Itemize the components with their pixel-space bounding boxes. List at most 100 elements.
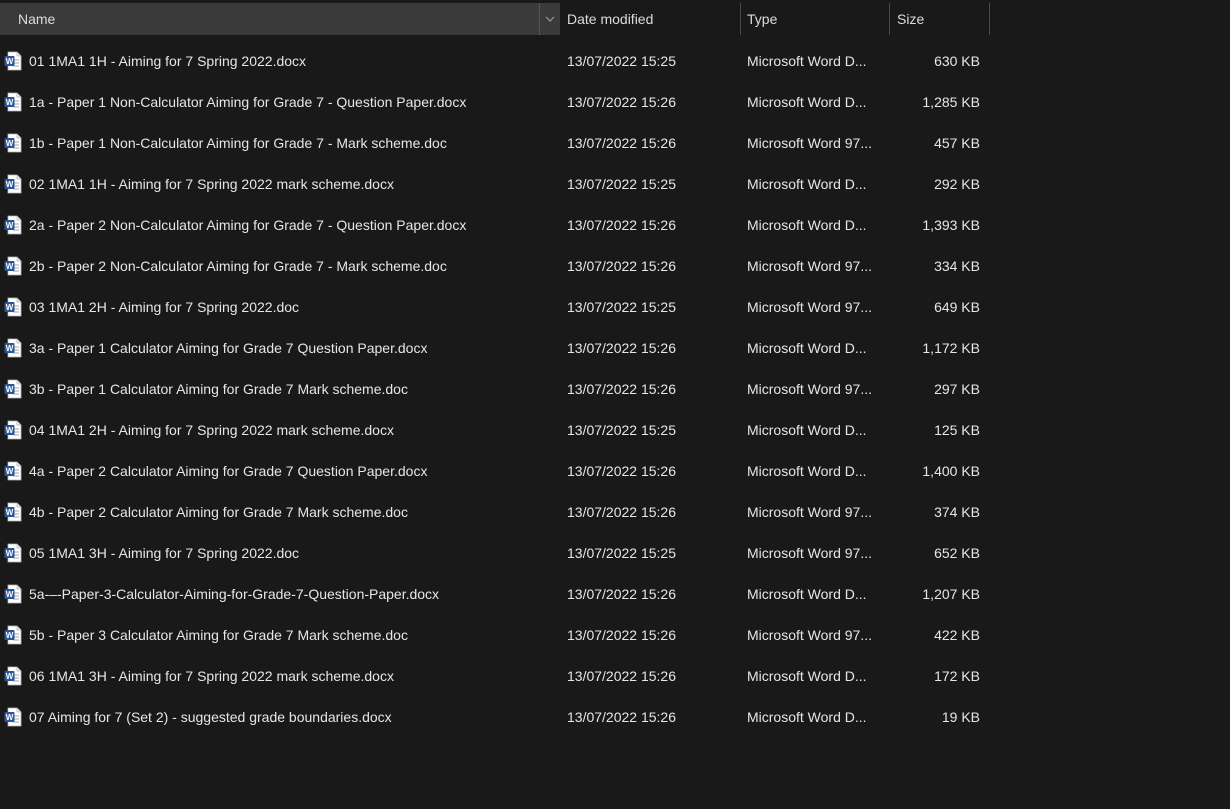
file-size: 292 KB [934,176,980,192]
column-header-name-label: Name [18,11,56,27]
file-date-modified: 13/07/2022 15:26 [567,217,676,233]
svg-text:W: W [6,139,14,148]
chevron-down-icon [545,16,554,22]
file-row[interactable]: W 1b - Paper 1 Non-Calculator Aiming for … [0,123,990,164]
svg-text:W: W [6,467,14,476]
file-row[interactable]: W 1a - Paper 1 Non-Calculator Aiming for … [0,82,990,123]
file-row[interactable]: W 2b - Paper 2 Non-Calculator Aiming for … [0,246,990,287]
file-date-modified: 13/07/2022 15:26 [567,709,676,725]
file-type: Microsoft Word D... [747,586,867,602]
file-row[interactable]: W 5a-–-Paper-3-Calculator-Aiming-for-Grad… [0,574,990,615]
file-name[interactable]: 1a - Paper 1 Non-Calculator Aiming for G… [29,82,554,123]
svg-text:W: W [6,713,14,722]
file-row[interactable]: W 02 1MA1 1H - Aiming for 7 Spring 2022 m… [0,164,990,205]
file-row[interactable]: W 2a - Paper 2 Non-Calculator Aiming for … [0,205,990,246]
file-size: 630 KB [934,53,980,69]
file-name[interactable]: 4b - Paper 2 Calculator Aiming for Grade… [29,492,554,533]
file-size: 652 KB [934,545,980,561]
file-row[interactable]: W 3a - Paper 1 Calculator Aiming for Grad… [0,328,990,369]
file-name[interactable]: 01 1MA1 1H - Aiming for 7 Spring 2022.do… [29,41,554,82]
file-name[interactable]: 2a - Paper 2 Non-Calculator Aiming for G… [29,205,554,246]
word-document-icon: W [4,584,22,604]
file-type: Microsoft Word 97... [747,545,873,561]
file-name[interactable]: 05 1MA1 3H - Aiming for 7 Spring 2022.do… [29,533,554,574]
file-date-modified: 13/07/2022 15:26 [567,627,676,643]
file-type: Microsoft Word D... [747,709,867,725]
file-row[interactable]: W 4a - Paper 2 Calculator Aiming for Grad… [0,451,990,492]
file-size: 1,393 KB [922,217,980,233]
column-header-name[interactable]: Name [0,3,560,35]
file-size: 19 KB [941,709,980,725]
sort-up-icon: ⌃ [279,0,287,5]
file-row[interactable]: W 4b - Paper 2 Calculator Aiming for Grad… [0,492,990,533]
file-name[interactable]: 4a - Paper 2 Calculator Aiming for Grade… [29,451,554,492]
word-document-icon: W [4,666,22,686]
column-header-size[interactable]: Size [890,3,990,35]
svg-text:W: W [6,98,14,107]
file-size: 374 KB [934,504,980,520]
file-date-modified: 13/07/2022 15:25 [567,299,676,315]
file-name[interactable]: 3b - Paper 1 Calculator Aiming for Grade… [29,369,554,410]
svg-text:W: W [6,385,14,394]
file-type: Microsoft Word 97... [747,135,873,151]
word-document-icon: W [4,420,22,440]
word-document-icon: W [4,92,22,112]
word-document-icon: W [4,625,22,645]
file-date-modified: 13/07/2022 15:26 [567,135,676,151]
file-type: Microsoft Word D... [747,176,867,192]
file-size: 649 KB [934,299,980,315]
file-row[interactable]: W 04 1MA1 2H - Aiming for 7 Spring 2022 m… [0,410,990,451]
file-date-modified: 13/07/2022 15:26 [567,381,676,397]
column-resize-handle[interactable] [989,3,990,35]
file-type: Microsoft Word 97... [747,258,873,274]
file-name[interactable]: 04 1MA1 2H - Aiming for 7 Spring 2022 ma… [29,410,554,451]
file-name[interactable]: 1b - Paper 1 Non-Calculator Aiming for G… [29,123,554,164]
file-date-modified: 13/07/2022 15:25 [567,422,676,438]
file-name[interactable]: 02 1MA1 1H - Aiming for 7 Spring 2022 ma… [29,164,554,205]
column-header-date-modified[interactable]: Date modified [560,3,740,35]
word-document-icon: W [4,174,22,194]
svg-text:W: W [6,549,14,558]
file-size: 125 KB [934,422,980,438]
file-name[interactable]: 5a-–-Paper-3-Calculator-Aiming-for-Grade… [29,574,554,615]
file-size: 334 KB [934,258,980,274]
file-date-modified: 13/07/2022 15:26 [567,94,676,110]
file-name[interactable]: 2b - Paper 2 Non-Calculator Aiming for G… [29,246,554,287]
svg-text:W: W [6,303,14,312]
file-date-modified: 13/07/2022 15:25 [567,545,676,561]
file-row[interactable]: W 01 1MA1 1H - Aiming for 7 Spring 2022.d… [0,41,990,82]
file-date-modified: 13/07/2022 15:26 [567,258,676,274]
file-row[interactable]: W 5b - Paper 3 Calculator Aiming for Grad… [0,615,990,656]
svg-text:W: W [6,590,14,599]
word-document-icon: W [4,133,22,153]
file-row[interactable]: W 05 1MA1 3H - Aiming for 7 Spring 2022.d… [0,533,990,574]
file-size: 422 KB [934,627,980,643]
file-name[interactable]: 07 Aiming for 7 (Set 2) - suggested grad… [29,697,554,738]
file-row[interactable]: W 03 1MA1 2H - Aiming for 7 Spring 2022.d… [0,287,990,328]
file-type: Microsoft Word 97... [747,504,873,520]
word-document-icon: W [4,215,22,235]
file-explorer-list-view: Name ⌃ Date modified Type Size W 01 1MA1 … [0,0,1230,809]
file-type: Microsoft Word 97... [747,381,873,397]
file-type: Microsoft Word D... [747,217,867,233]
file-size: 1,172 KB [922,340,980,356]
svg-text:W: W [6,262,14,271]
file-row[interactable]: W 3b - Paper 1 Calculator Aiming for Grad… [0,369,990,410]
word-document-icon: W [4,543,22,563]
file-name[interactable]: 03 1MA1 2H - Aiming for 7 Spring 2022.do… [29,287,554,328]
file-name[interactable]: 5b - Paper 3 Calculator Aiming for Grade… [29,615,554,656]
file-size: 172 KB [934,668,980,684]
column-filter-dropdown-button[interactable] [539,3,559,35]
file-name[interactable]: 3a - Paper 1 Calculator Aiming for Grade… [29,328,554,369]
file-date-modified: 13/07/2022 15:26 [567,586,676,602]
column-header-type-label: Type [747,11,778,27]
word-document-icon: W [4,256,22,276]
file-name[interactable]: 06 1MA1 3H - Aiming for 7 Spring 2022 ma… [29,656,554,697]
svg-text:W: W [6,344,14,353]
file-type: Microsoft Word D... [747,668,867,684]
file-type: Microsoft Word D... [747,340,867,356]
column-header-type[interactable]: Type [740,3,890,35]
word-document-icon: W [4,297,22,317]
file-row[interactable]: W 07 Aiming for 7 (Set 2) - suggested gra… [0,697,990,738]
file-row[interactable]: W 06 1MA1 3H - Aiming for 7 Spring 2022 m… [0,656,990,697]
